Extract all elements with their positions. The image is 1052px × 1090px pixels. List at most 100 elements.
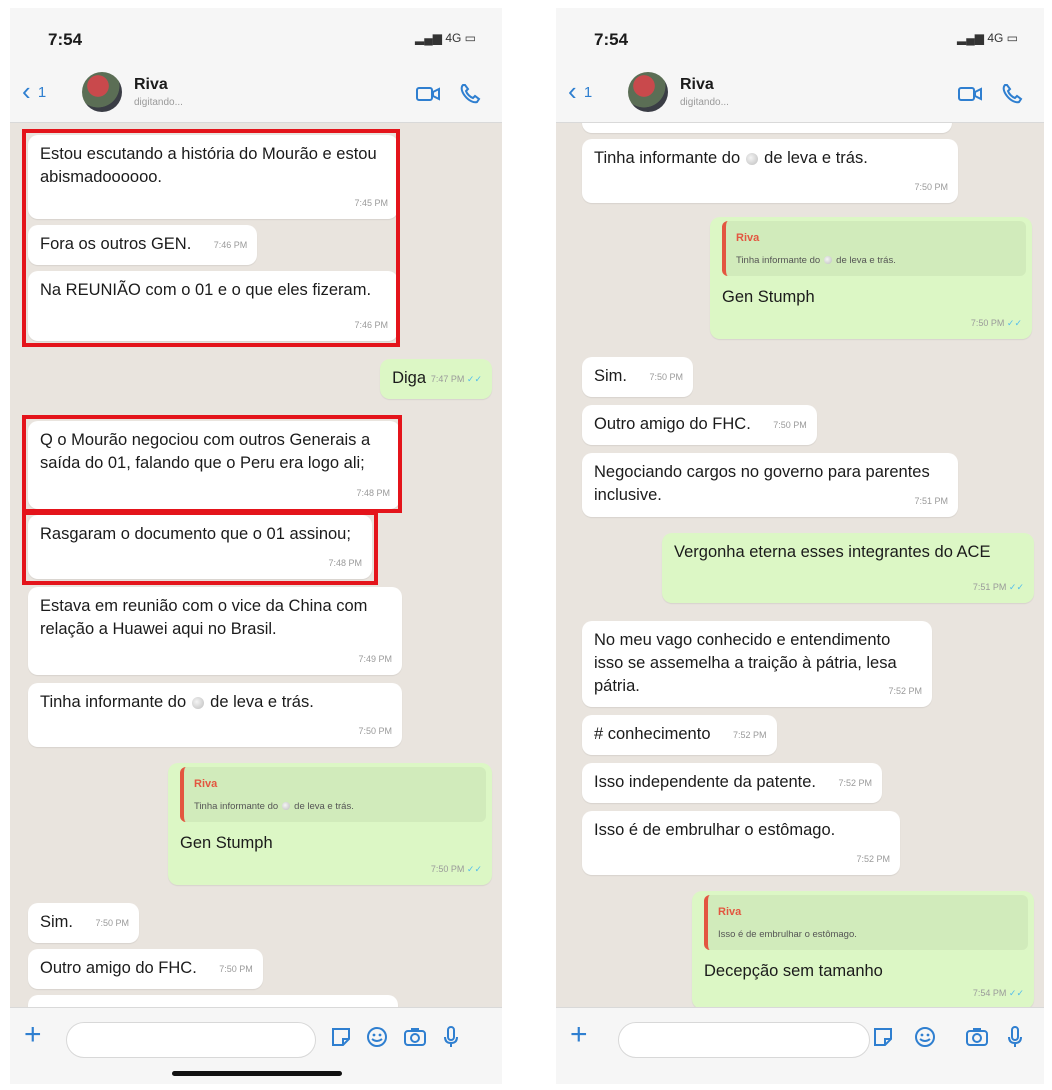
right-screenshot: 7:54 ▂▄▆ 4G ▭ ‹ 1 Riva digitando... Tinh… [556, 8, 1044, 1084]
message-time: 7:52 PM [732, 730, 767, 740]
message-text: Estava em reunião com o vice da China co… [40, 597, 368, 638]
plus-icon[interactable]: + [24, 1020, 42, 1050]
message-bubble-outgoing[interactable]: Riva Tinha informante do de leva e trás. … [168, 763, 492, 885]
message-bubble-outgoing[interactable]: Riva Tinha informante do de leva e trás. … [710, 217, 1032, 339]
mic-icon[interactable] [438, 1024, 464, 1050]
emoji-icon [746, 152, 759, 165]
message-time: 7:49 PM [358, 654, 392, 664]
message-text: de leva e trás. [764, 149, 868, 167]
message-time: 7:54 PM ✓✓ [972, 988, 1024, 998]
back-chevron-icon: ‹ [22, 76, 31, 106]
left-screenshot: 7:54 ▂▄▆ 4G ▭ ‹ 1 Riva digitando... Esto… [10, 8, 502, 1084]
message-text: Sim. [40, 913, 73, 931]
message-time: 7:52 PM [838, 778, 873, 788]
message-bubble-outgoing[interactable]: Riva Isso é de embrulhar o estômago. Dec… [692, 891, 1034, 1008]
mic-icon[interactable] [1002, 1024, 1028, 1050]
status-time: 7:54 [48, 30, 83, 49]
quote-text: Tinha informante do de leva e trás. [736, 255, 896, 266]
video-call-icon[interactable] [414, 80, 442, 108]
message-bubble[interactable]: Outro amigo do FHC. 7:50 PM [582, 405, 817, 445]
message-text: Gen Stumph [180, 834, 273, 852]
message-bubble[interactable]: Estava em reunião com o vice da China co… [28, 587, 402, 675]
message-bubble[interactable]: # conhecimento 7:52 PM [582, 715, 777, 755]
message-bubble-partial[interactable] [582, 123, 952, 133]
message-bubble-outgoing[interactable]: Diga 7:47 PM ✓✓ [380, 359, 492, 399]
message-bubble[interactable]: Negociando cargos no governo para parent… [582, 453, 958, 517]
network-indicator: ▂▄▆ 4G ▭ [957, 31, 1018, 45]
message-time: 7:50 PM ✓✓ [430, 864, 482, 874]
sticker-icon[interactable] [870, 1024, 896, 1050]
quote-author: Riva [194, 778, 218, 790]
camera-icon[interactable] [402, 1024, 428, 1050]
highlight-box [22, 415, 402, 513]
double-check-icon: ✓✓ [1008, 582, 1024, 592]
message-text: Outro amigo do FHC. [594, 415, 751, 433]
message-text: Negociando cargos no governo para parent… [594, 463, 930, 504]
message-time: 7:50 PM [358, 726, 392, 736]
message-bubble[interactable]: Isso independente da patente. 7:52 PM [582, 763, 883, 803]
composer-bar: + [10, 1007, 502, 1084]
double-check-icon: ✓✓ [1006, 318, 1022, 328]
message-time: 7:50 PM [95, 918, 129, 928]
home-indicator[interactable] [172, 1071, 342, 1076]
message-text: Sim. [594, 367, 627, 385]
message-input[interactable] [618, 1022, 870, 1058]
chat-header: ‹ 1 Riva digitando... [10, 66, 502, 123]
reply-quote[interactable]: Riva Tinha informante do de leva e trás. [722, 221, 1026, 276]
status-bar: 7:54 ▂▄▆ 4G ▭ [556, 8, 1044, 66]
status-time: 7:54 [594, 30, 629, 49]
plus-icon[interactable]: + [570, 1020, 588, 1050]
message-bubble[interactable]: Sim. 7:50 PM [28, 903, 139, 943]
message-time: 7:50 PM [914, 182, 948, 192]
message-bubble[interactable]: Tinha informante do de leva e trás. 7:50 … [582, 139, 958, 203]
unread-count: 1 [37, 84, 47, 102]
emoji-icon[interactable] [912, 1024, 938, 1050]
message-bubble[interactable]: Outro amigo do FHC. 7:50 PM [28, 949, 263, 989]
message-text: Gen Stumph [722, 288, 815, 306]
message-text: de leva e trás. [210, 693, 314, 711]
back-button[interactable]: ‹ 1 [22, 76, 46, 108]
back-chevron-icon: ‹ [568, 76, 577, 106]
message-bubble[interactable]: Isso é de embrulhar o estômago. 7:52 PM [582, 811, 900, 875]
message-text: Isso é de embrulhar o estômago. [594, 821, 836, 839]
message-time: 7:50 PM [219, 964, 253, 974]
message-time: 7:50 PM ✓✓ [970, 318, 1022, 328]
quote-author: Riva [736, 232, 760, 244]
composer-bar: + [556, 1007, 1044, 1084]
phone-call-icon[interactable] [456, 80, 484, 108]
highlight-box [22, 129, 400, 347]
message-bubble[interactable]: Sim. 7:50 PM [582, 357, 693, 397]
emoji-icon[interactable] [364, 1024, 390, 1050]
contact-name[interactable]: Riva [134, 76, 168, 94]
message-text: Decepção sem tamanho [704, 962, 883, 980]
avatar[interactable] [628, 72, 668, 112]
message-text: Diga [392, 369, 426, 387]
double-check-icon: ✓✓ [1008, 988, 1024, 998]
message-list[interactable]: Tinha informante do de leva e trás. 7:50 … [556, 123, 1044, 1008]
message-text: No meu vago conhecido e entendimento iss… [594, 631, 897, 695]
message-bubble[interactable]: No meu vago conhecido e entendimento iss… [582, 621, 932, 707]
sticker-icon[interactable] [328, 1024, 354, 1050]
emoji-icon [192, 696, 205, 709]
double-check-icon: ✓✓ [466, 374, 482, 384]
message-time: 7:52 PM [888, 686, 922, 696]
status-bar: 7:54 ▂▄▆ 4G ▭ [10, 8, 502, 66]
contact-name[interactable]: Riva [680, 76, 714, 94]
message-time: 7:47 PM ✓✓ [430, 374, 482, 384]
reply-quote[interactable]: Riva Tinha informante do de leva e trás. [180, 767, 486, 822]
camera-icon[interactable] [964, 1024, 990, 1050]
back-button[interactable]: ‹ 1 [568, 76, 592, 108]
contact-status: digitando... [134, 97, 183, 108]
message-input[interactable] [66, 1022, 316, 1058]
phone-call-icon[interactable] [998, 80, 1026, 108]
message-time: 7:51 PM [914, 496, 948, 506]
message-bubble[interactable]: Tinha informante do de leva e trás. 7:50 … [28, 683, 402, 747]
message-bubble-outgoing[interactable]: Vergonha eterna esses integrantes do ACE… [662, 533, 1034, 603]
message-time: 7:52 PM [856, 854, 890, 864]
message-text: Vergonha eterna esses integrantes do ACE [674, 543, 991, 561]
avatar[interactable] [82, 72, 122, 112]
reply-quote[interactable]: Riva Isso é de embrulhar o estômago. [704, 895, 1028, 950]
message-text: Outro amigo do FHC. [40, 959, 197, 977]
video-call-icon[interactable] [956, 80, 984, 108]
message-list[interactable]: Estou escutando a história do Mourão e e… [10, 123, 502, 1008]
